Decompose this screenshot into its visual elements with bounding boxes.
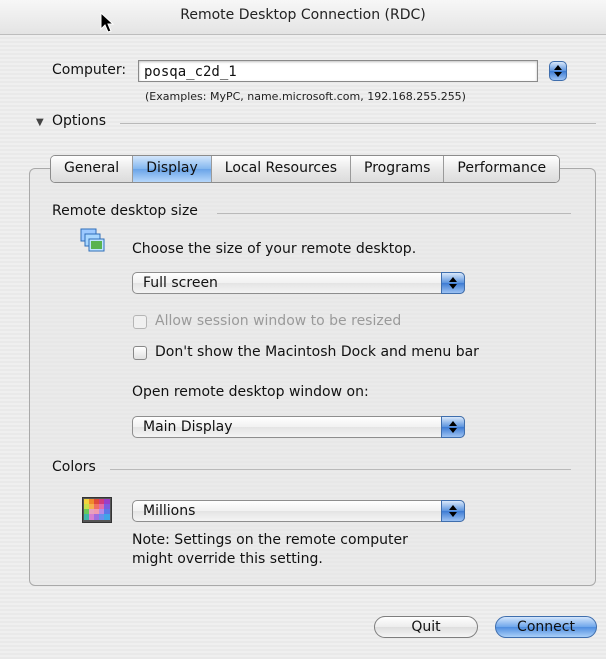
popup-arrows-icon [441,272,465,294]
popup-arrows-icon [441,416,465,438]
colors-popup[interactable]: Millions [132,500,465,522]
quit-button[interactable]: Quit [374,616,478,638]
screens-icon [80,228,105,252]
computer-history-stepper[interactable] [549,61,567,81]
open-on-value: Main Display [143,419,233,435]
colors-header: Colors [52,459,96,475]
options-label[interactable]: Options [52,113,106,129]
colors-note-line2: might override this setting. [132,551,323,567]
mouse-cursor-icon [100,12,115,33]
tab-local-resources[interactable]: Local Resources [211,156,352,182]
connect-button[interactable]: Connect [495,616,597,638]
tab-display[interactable]: Display [133,156,212,182]
tab-performance[interactable]: Performance [444,156,560,182]
title-bar: Remote Desktop Connection (RDC) [0,0,606,35]
remote-size-header: Remote desktop size [52,203,198,219]
options-divider [120,123,596,124]
computer-examples-hint: (Examples: MyPC, name.microsoft.com, 192… [145,90,466,103]
desktop-size-popup[interactable]: Full screen [132,272,465,294]
remote-size-divider [217,213,571,214]
open-on-label: Open remote desktop window on: [132,384,369,400]
computer-label: Computer: [52,62,127,78]
colors-value: Millions [143,503,196,519]
hide-dock-label: Don't show the Macintosh Dock and menu b… [155,344,479,360]
computer-field[interactable]: posqa_c2d_1 [138,60,538,82]
open-on-popup[interactable]: Main Display [132,416,465,438]
tab-general[interactable]: General [51,156,134,182]
tab-programs[interactable]: Programs [351,156,445,182]
choose-size-text: Choose the size of your remote desktop. [132,241,417,257]
disclosure-triangle-icon[interactable]: ▼ [36,117,44,128]
colors-note-line1: Note: Settings on the remote computer [132,532,408,548]
colors-divider [110,469,571,470]
allow-resize-checkbox[interactable] [133,315,147,329]
up-down-arrows-icon [554,65,562,77]
allow-resize-label: Allow session window to be resized [155,313,402,329]
desktop-size-value: Full screen [143,275,218,291]
hide-dock-checkbox[interactable] [133,346,147,360]
popup-arrows-icon [441,500,465,522]
window-title: Remote Desktop Connection (RDC) [180,7,426,23]
tab-panel [29,168,596,586]
tab-bar: General Display Local Resources Programs… [50,155,561,183]
color-palette-icon [82,497,112,523]
